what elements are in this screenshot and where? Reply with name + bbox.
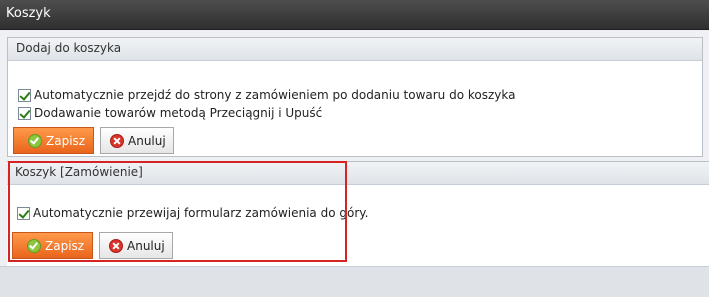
save-label: Zapisz <box>45 238 85 253</box>
option-drag-drop[interactable]: Dodawanie towarów metodą Przeciągnij i U… <box>18 105 322 121</box>
save-label: Zapisz <box>46 133 86 148</box>
x-circle-icon <box>109 238 123 253</box>
window-titlebar: Koszyk <box>0 0 709 30</box>
cancel-button[interactable]: Anuluj <box>100 127 174 154</box>
cancel-label: Anuluj <box>128 133 166 148</box>
check-circle-icon <box>27 238 41 253</box>
panel-add-to-cart: Dodaj do koszyka Automatycznie przejdź d… <box>7 37 703 157</box>
option-label: Automatycznie przewijaj formularz zamówi… <box>33 206 369 220</box>
save-button[interactable]: Zapisz <box>12 232 93 259</box>
option-auto-scroll[interactable]: Automatycznie przewijaj formularz zamówi… <box>17 205 368 221</box>
x-circle-icon <box>110 133 124 148</box>
option-label: Automatycznie przejdź do strony z zamówi… <box>34 88 516 102</box>
window-title: Koszyk <box>6 6 51 21</box>
cancel-button[interactable]: Anuluj <box>99 232 173 259</box>
checkbox[interactable] <box>18 88 31 102</box>
bottom-bar <box>0 266 709 297</box>
option-label: Dodawanie towarów metodą Przeciągnij i U… <box>34 106 323 120</box>
check-circle-icon <box>28 133 42 148</box>
content-area: Dodaj do koszyka Automatycznie przejdź d… <box>0 30 709 296</box>
panel-header: Koszyk [Zamówienie] <box>7 162 709 185</box>
panel-header: Dodaj do koszyka <box>8 38 702 61</box>
checkbox[interactable] <box>18 106 31 120</box>
cancel-label: Anuluj <box>127 238 165 253</box>
option-auto-redirect[interactable]: Automatycznie przejdź do strony z zamówi… <box>18 87 515 103</box>
save-button[interactable]: Zapisz <box>13 127 94 154</box>
checkbox[interactable] <box>17 206 30 220</box>
